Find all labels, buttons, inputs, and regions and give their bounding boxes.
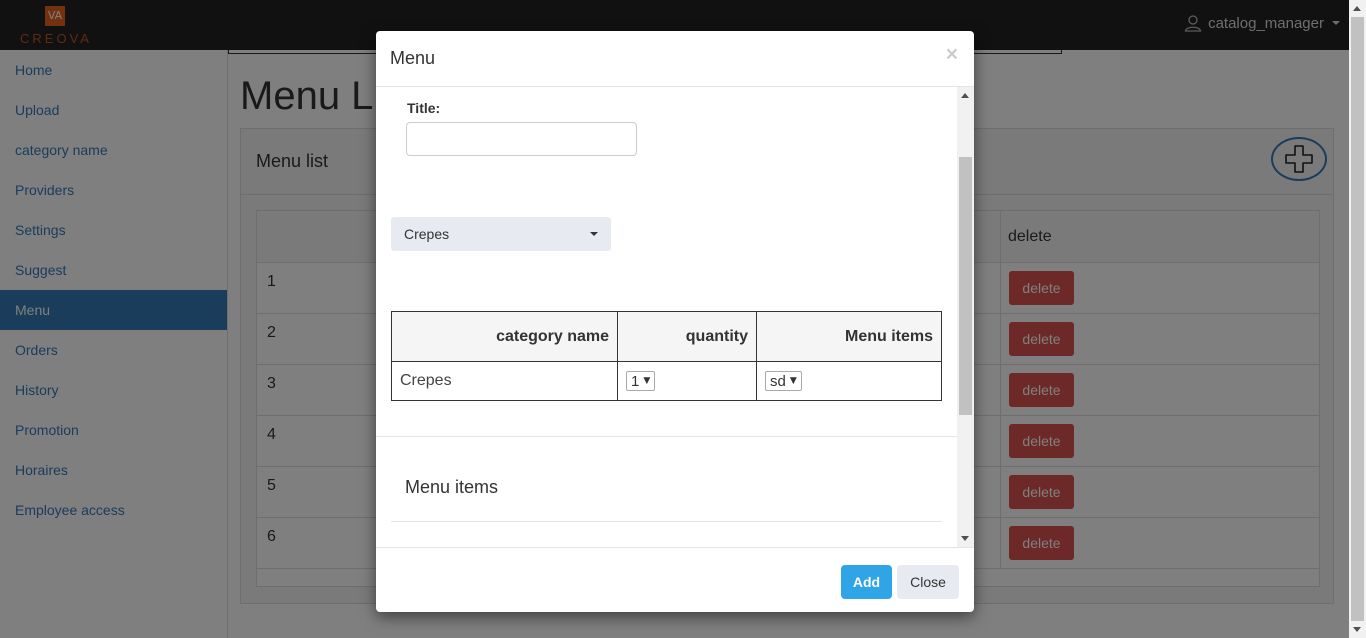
scrollbar-thumb[interactable] (1351, 17, 1364, 621)
scroll-up-arrow-icon[interactable] (961, 93, 969, 98)
column-header-menu-items: Menu items (756, 311, 942, 362)
chevron-down-icon (590, 232, 598, 236)
title-label: Title: (407, 100, 441, 116)
menu-modal: Menu × Title: Crepes category name quant… (376, 31, 974, 612)
category-dropdown-value: Crepes (404, 226, 450, 242)
modal-footer: Add Close (376, 547, 974, 612)
table-row: Crepes 1 ▼ sd ▼ (391, 361, 942, 401)
quantity-value: 1 (631, 372, 640, 390)
close-button[interactable]: Close (897, 565, 959, 599)
column-header-quantity: quantity (617, 311, 757, 362)
scroll-up-arrow-icon[interactable] (1353, 6, 1361, 11)
menu-category-table: category name quantity Menu items Crepes… (391, 311, 942, 401)
table-header-row: category name quantity Menu items (391, 311, 942, 362)
scroll-down-arrow-icon[interactable] (961, 536, 969, 541)
category-cell: Crepes (391, 361, 618, 401)
menu-items-section-title: Menu items (405, 477, 499, 497)
column-header-category: category name (391, 311, 618, 362)
menu-item-cell: sd ▼ (756, 361, 942, 401)
modal-title: Menu (390, 48, 436, 68)
modal-scrollbar[interactable] (957, 87, 974, 547)
category-dropdown[interactable]: Crepes (391, 217, 611, 251)
page-scrollbar[interactable] (1349, 0, 1366, 638)
scrollbar-thumb[interactable] (959, 157, 972, 415)
menu-item-value: sd (770, 372, 786, 390)
modal-body: Title: Crepes category name quantity Men… (376, 87, 974, 547)
scroll-down-arrow-icon[interactable] (1353, 627, 1361, 632)
divider (376, 436, 957, 437)
add-button[interactable]: Add (841, 565, 892, 599)
title-input[interactable] (406, 122, 637, 156)
menu-item-select[interactable]: sd ▼ (765, 371, 802, 391)
modal-header: Menu × (376, 31, 974, 87)
quantity-select[interactable]: 1 ▼ (626, 371, 656, 391)
quantity-cell: 1 ▼ (617, 361, 757, 401)
close-icon[interactable]: × (946, 43, 958, 67)
dropdown-arrow-icon: ▼ (789, 376, 797, 386)
dropdown-arrow-icon: ▼ (643, 376, 651, 386)
divider (391, 521, 942, 522)
